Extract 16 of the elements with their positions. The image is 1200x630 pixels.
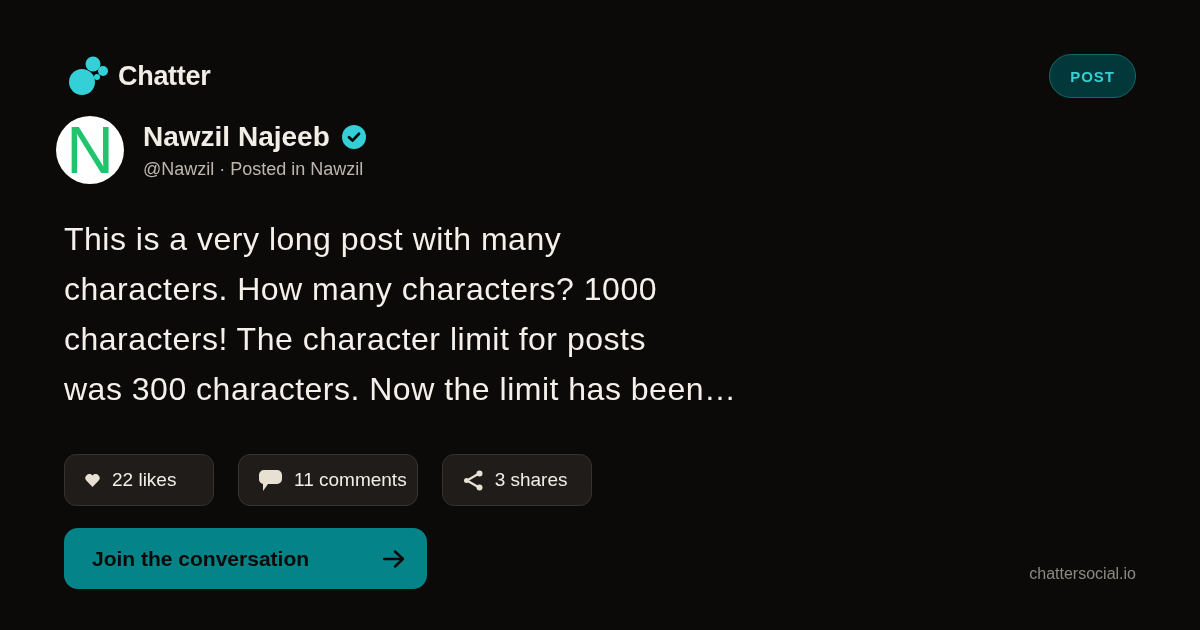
- bubbles-logo-icon: [68, 56, 110, 96]
- likes-button[interactable]: 22 likes: [64, 454, 214, 506]
- speech-bubble-icon: [259, 469, 282, 491]
- shares-button[interactable]: 3 shares: [441, 454, 592, 506]
- brand-name: Chatter: [118, 60, 211, 92]
- share-icon: [462, 469, 483, 491]
- join-conversation-button[interactable]: Join the conversation: [64, 528, 427, 589]
- arrow-right-icon: [383, 549, 405, 568]
- post-badge: POST: [1049, 54, 1136, 98]
- author-name: Nawzil Najeeb: [143, 120, 330, 153]
- avatar: N: [56, 116, 124, 184]
- comments-button[interactable]: 11 comments: [238, 454, 418, 506]
- site-domain: chattersocial.io: [1029, 565, 1136, 584]
- author-byline: @Nawzil · Posted in Nawzil: [143, 158, 365, 180]
- post-text: This is a very long post with many characters. How many characters? 1000 characters! The character limit for posts was 300 characters. Now the limit has been…: [64, 220, 737, 409]
- heart-icon: [85, 473, 100, 487]
